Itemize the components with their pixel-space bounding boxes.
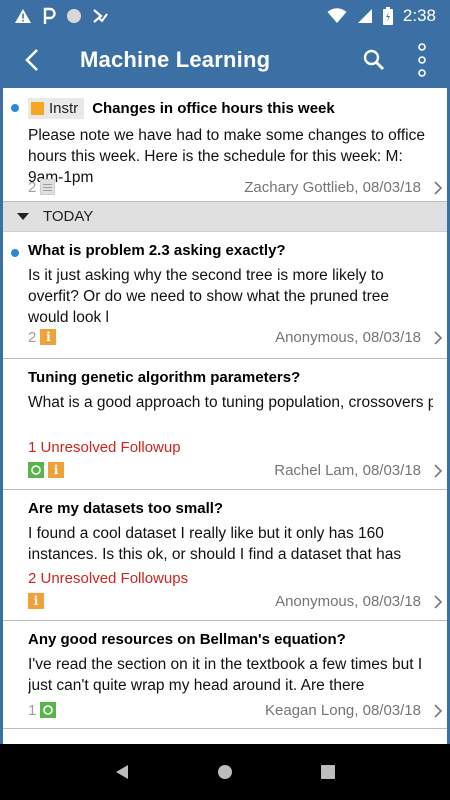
post-preview: I've read the section on it in the textb… bbox=[28, 656, 423, 694]
post-title: What is problem 2.3 asking exactly? bbox=[28, 242, 286, 259]
chevron-right-icon bbox=[434, 181, 443, 195]
nav-recents-icon bbox=[321, 765, 336, 779]
nav-home-icon bbox=[217, 765, 232, 779]
search-button[interactable] bbox=[346, 32, 402, 88]
unread-dot bbox=[11, 104, 19, 112]
section-label: TODAY bbox=[43, 208, 94, 225]
list-item[interactable]: Any good resources on Bellman's equation… bbox=[3, 621, 447, 729]
wifi-icon bbox=[327, 8, 347, 23]
doc-icon bbox=[40, 179, 56, 195]
post-list[interactable]: Instr Changes in office hours this week … bbox=[0, 88, 450, 744]
list-item[interactable]: Tuning genetic algorithm parameters? Wha… bbox=[3, 359, 447, 490]
post-title: Any good resources on Bellman's equation… bbox=[28, 631, 346, 648]
chevron-right-icon bbox=[434, 464, 443, 478]
page-title: Machine Learning bbox=[80, 47, 271, 72]
system-nav-bar bbox=[0, 744, 450, 800]
nav-recents-button[interactable] bbox=[304, 748, 352, 796]
post-title: Are my datasets too small? bbox=[28, 500, 224, 517]
list-item[interactable]: What is problem 2.3 asking exactly? Is i… bbox=[3, 232, 447, 359]
p-icon bbox=[43, 7, 56, 24]
student-icon bbox=[40, 702, 57, 718]
chevron-right-icon bbox=[434, 595, 443, 609]
app-bar: Machine Learning bbox=[0, 32, 450, 88]
followup-status: 1 Unresolved Followup bbox=[28, 439, 181, 456]
instructor-icon: i bbox=[40, 329, 57, 345]
status-time: 2:38 bbox=[402, 6, 436, 25]
post-preview: I found a cool dataset I really like but… bbox=[28, 525, 402, 563]
view-count: 2 bbox=[28, 328, 37, 346]
post-author-date: Rachel Lam, 08/03/18 bbox=[274, 461, 421, 479]
post-meta-row: 1 Keagan Long, 08/03/18 bbox=[28, 695, 447, 725]
post-meta-row: i Anonymous, 08/03/18 bbox=[28, 586, 447, 616]
post-author-date: Anonymous, 08/03/18 bbox=[275, 328, 421, 346]
post-author-date: Zachary Gottlieb, 08/03/18 bbox=[244, 178, 421, 196]
unread-dot bbox=[11, 249, 19, 257]
instructor-icon: i bbox=[48, 462, 64, 478]
battery-icon bbox=[382, 7, 393, 25]
circle-icon bbox=[67, 9, 81, 23]
more-options-button[interactable] bbox=[402, 32, 442, 88]
chevron-right-icon bbox=[434, 331, 443, 345]
search-icon bbox=[363, 49, 384, 70]
nav-back-button[interactable] bbox=[98, 748, 146, 796]
followup-status: 2 Unresolved Followups bbox=[28, 570, 189, 587]
nav-back-icon bbox=[115, 765, 128, 779]
view-count: 1 bbox=[28, 701, 37, 719]
chevron-right-icon bbox=[434, 704, 443, 718]
instructor-icon: i bbox=[28, 593, 44, 609]
download-check-icon bbox=[93, 9, 108, 23]
post-preview: What is a good approach to tuning popula… bbox=[28, 394, 433, 411]
post-title: Tuning genetic algorithm parameters? bbox=[28, 369, 301, 386]
list-item[interactable]: Are my datasets too small? I found a coo… bbox=[3, 490, 447, 621]
section-header-today[interactable]: TODAY bbox=[3, 202, 447, 232]
more-vert-icon bbox=[418, 43, 426, 77]
instructor-badge: Instr bbox=[28, 98, 85, 119]
instructor-badge-label: Instr bbox=[49, 100, 79, 117]
post-author-date: Keagan Long, 08/03/18 bbox=[265, 701, 421, 719]
post-meta-row: 2 Zachary Gottlieb, 08/03/18 bbox=[28, 172, 447, 202]
nav-home-button[interactable] bbox=[201, 748, 249, 796]
post-author-date: Anonymous, 08/03/18 bbox=[275, 592, 421, 610]
back-button[interactable] bbox=[0, 32, 64, 88]
back-arrow-icon bbox=[25, 49, 38, 71]
post-preview: Is it just asking why the second tree is… bbox=[28, 267, 390, 326]
post-meta-row: 2 i Anonymous, 08/03/18 bbox=[28, 322, 447, 352]
warning-icon bbox=[15, 9, 31, 23]
view-count: 2 bbox=[28, 178, 37, 196]
post-meta-row: i Rachel Lam, 08/03/18 bbox=[28, 455, 447, 485]
status-bar: 2:38 bbox=[0, 0, 450, 32]
student-icon bbox=[28, 462, 44, 478]
signal-icon bbox=[357, 9, 372, 23]
post-title: Changes in office hours this week bbox=[92, 100, 335, 117]
post-item-pinned[interactable]: Instr Changes in office hours this week … bbox=[3, 88, 447, 202]
instructor-icon bbox=[31, 102, 44, 115]
status-icons-right: 2:38 bbox=[327, 6, 436, 26]
status-icons-left bbox=[14, 7, 108, 25]
triangle-down-icon bbox=[17, 212, 29, 220]
